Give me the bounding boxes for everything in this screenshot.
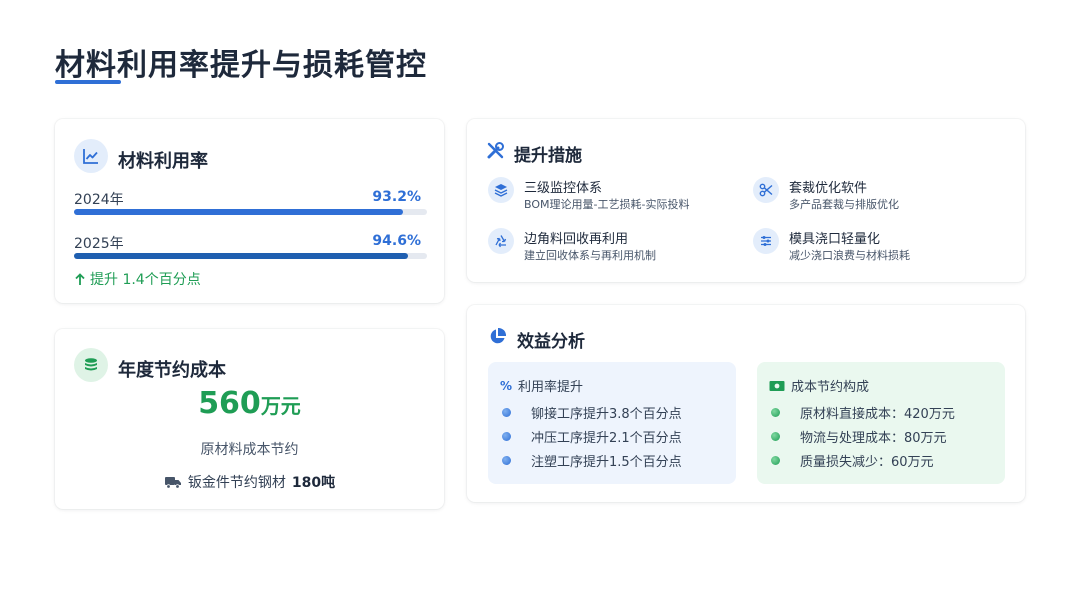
cost-panel-heading: 成本节约构成 bbox=[769, 376, 869, 395]
utilization-panel-title: 利用率提升 bbox=[518, 380, 584, 395]
steel-saving: 钣金件节约钢材 180吨 bbox=[55, 472, 444, 492]
utilization-heading: 材料利用率 bbox=[118, 151, 208, 172]
savings-amount-number: 560 bbox=[198, 386, 261, 421]
bullet-icon bbox=[771, 456, 780, 465]
savings-heading: 年度节约成本 bbox=[118, 360, 226, 381]
money-icon bbox=[769, 380, 785, 391]
layers-icon bbox=[488, 177, 514, 203]
arrow-up-icon bbox=[75, 272, 85, 285]
bullet-icon bbox=[502, 408, 511, 417]
list-item: 冲压工序提升2.1个百分点 bbox=[502, 427, 682, 446]
scissors-icon bbox=[753, 177, 779, 203]
utilization-panel-heading: % 利用率提升 bbox=[500, 376, 584, 396]
improvement-text: 提升 1.4个百分点 bbox=[90, 272, 201, 288]
measure-title: 模具浇口轻量化 bbox=[789, 232, 881, 247]
recycle-icon bbox=[488, 228, 514, 254]
list-item-text: 铆接工序提升3.8个百分点 bbox=[531, 407, 682, 422]
measure-title: 边角料回收再利用 bbox=[524, 232, 629, 247]
line-chart-icon bbox=[74, 139, 108, 173]
percent-icon: % bbox=[500, 378, 513, 393]
benefit-card: 效益分析 % 利用率提升 铆接工序提升3.8个百分点 冲压工序提升2.1个百分点… bbox=[467, 305, 1025, 502]
benefit-heading: 效益分析 bbox=[517, 332, 585, 352]
pie-chart-icon bbox=[488, 327, 507, 350]
tools-icon bbox=[486, 141, 505, 164]
list-item-text: 冲压工序提升2.1个百分点 bbox=[531, 431, 682, 446]
bullet-icon bbox=[771, 408, 780, 417]
list-item: 物流与处理成本：80万元 bbox=[771, 427, 947, 446]
title-underline bbox=[55, 80, 121, 84]
savings-amount: 560万元 bbox=[55, 386, 444, 421]
sliders-icon bbox=[753, 228, 779, 254]
measure-item: 三级监控体系 BOM理论用量-工艺损耗-实际投料 bbox=[488, 177, 738, 217]
list-item: 质量损失减少：60万元 bbox=[771, 451, 934, 470]
steel-saving-label: 钣金件节约钢材 bbox=[187, 475, 286, 491]
utilization-bar-2024-fill bbox=[74, 209, 403, 215]
utilization-bar-2025-fill bbox=[74, 253, 408, 259]
measure-desc: 多产品套裁与排版优化 bbox=[789, 198, 899, 211]
savings-subtitle: 原材料成本节约 bbox=[200, 442, 299, 458]
list-item: 原材料直接成本：420万元 bbox=[771, 403, 955, 422]
measure-desc: BOM理论用量-工艺损耗-实际投料 bbox=[524, 198, 690, 211]
utilization-card: 材料利用率 2024年 93.2% 2025年 94.6% 提升 1.4个百分点 bbox=[55, 119, 444, 303]
list-item-text: 质量损失减少：60万元 bbox=[800, 455, 934, 470]
cost-panel-title: 成本节约构成 bbox=[791, 380, 870, 395]
page-title: 材料利用率提升与损耗管控 bbox=[55, 48, 427, 83]
list-item-text: 原材料直接成本：420万元 bbox=[800, 407, 955, 422]
slide: 材料利用率提升与损耗管控 材料利用率 2024年 93.2% 2025年 94.… bbox=[0, 0, 1080, 608]
measure-title: 三级监控体系 bbox=[524, 181, 603, 196]
measures-card: 提升措施 三级监控体系 BOM理论用量-工艺损耗-实际投料 套裁优化软件 多产品… bbox=[467, 119, 1025, 282]
utilization-panel: % 利用率提升 铆接工序提升3.8个百分点 冲压工序提升2.1个百分点 注塑工序… bbox=[488, 362, 736, 484]
bullet-icon bbox=[771, 432, 780, 441]
bullet-icon bbox=[502, 432, 511, 441]
measures-heading: 提升措施 bbox=[514, 146, 582, 166]
measure-item: 套裁优化软件 多产品套裁与排版优化 bbox=[753, 177, 1003, 217]
bullet-icon bbox=[502, 456, 511, 465]
list-item: 铆接工序提升3.8个百分点 bbox=[502, 403, 682, 422]
measure-desc: 减少浇口浪费与材料损耗 bbox=[789, 249, 910, 262]
year-2024-value: 93.2% bbox=[372, 189, 421, 205]
measure-item: 边角料回收再利用 建立回收体系与再利用机制 bbox=[488, 228, 738, 268]
steel-saving-value: 180吨 bbox=[291, 475, 336, 491]
list-item: 注塑工序提升1.5个百分点 bbox=[502, 451, 682, 470]
truck-icon bbox=[164, 477, 181, 489]
list-item-text: 物流与处理成本：80万元 bbox=[800, 431, 947, 446]
savings-card: 年度节约成本 560万元 原材料成本节约 钣金件节约钢材 180吨 bbox=[55, 329, 444, 509]
year-2024-label: 2024年 bbox=[74, 192, 124, 208]
list-item-text: 注塑工序提升1.5个百分点 bbox=[531, 455, 682, 470]
utilization-bar-2025 bbox=[74, 253, 427, 259]
cost-panel: 成本节约构成 原材料直接成本：420万元 物流与处理成本：80万元 质量损失减少… bbox=[757, 362, 1005, 484]
savings-amount-unit: 万元 bbox=[260, 394, 301, 418]
measure-title: 套裁优化软件 bbox=[789, 181, 868, 196]
utilization-bar-2024 bbox=[74, 209, 427, 215]
year-2025-label: 2025年 bbox=[74, 236, 124, 252]
improvement-note: 提升 1.4个百分点 bbox=[74, 269, 201, 289]
measure-item: 模具浇口轻量化 减少浇口浪费与材料损耗 bbox=[753, 228, 1003, 268]
year-2025-value: 94.6% bbox=[372, 233, 421, 249]
measure-desc: 建立回收体系与再利用机制 bbox=[524, 249, 656, 262]
coins-icon bbox=[74, 348, 108, 382]
